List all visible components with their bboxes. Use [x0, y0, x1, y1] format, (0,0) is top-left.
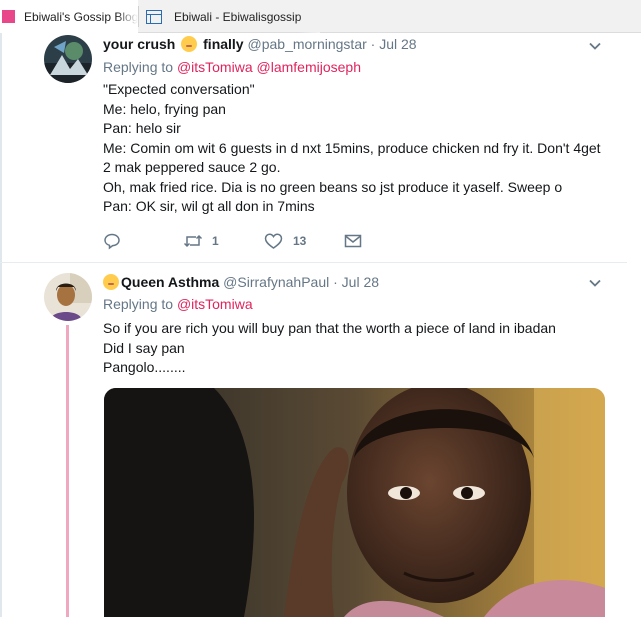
tweet-line: Me: helo, frying pan [103, 100, 226, 117]
direct-message-button[interactable] [344, 232, 362, 250]
chevron-down-icon[interactable] [587, 38, 603, 54]
replying-to: Replying to @itsTomiwa @lamfemijoseph [103, 58, 361, 76]
tweet-line: Pangolo........ [103, 359, 186, 375]
tweet-date[interactable]: Jul 28 [379, 36, 416, 52]
retweet-icon [183, 234, 203, 248]
avatar[interactable] [44, 273, 92, 321]
mention-link[interactable]: @lamfemijoseph [257, 59, 361, 75]
replying-label: Replying to [103, 59, 174, 75]
tab-ebiwali-gossip[interactable]: Ebiwali - Ebiwalisgossip [140, 0, 320, 33]
reply-icon [104, 233, 120, 250]
user-handle[interactable]: @SirrafynahPaul [223, 274, 329, 290]
like-button[interactable]: 13 [264, 232, 306, 250]
chevron-down-icon[interactable] [587, 275, 603, 291]
tab-ebiwalis-gossip-blog[interactable]: Ebiwali's Gossip Blog [0, 0, 138, 33]
tweet-line: 2 mak peppered sauce 2 go. [103, 159, 281, 175]
replying-to: Replying to @itsTomiwa [103, 295, 253, 313]
user-handle[interactable]: @pab_morningstar [248, 36, 367, 52]
display-name[interactable]: Queen Asthma [121, 274, 219, 290]
separator-dot: · [370, 36, 376, 52]
thread-connector-line [66, 325, 69, 617]
browser-tab-bar: Ebiwali's Gossip Blog Ebiwali - Ebiwalis… [0, 0, 641, 33]
face-emoji-icon [103, 274, 119, 290]
envelope-icon [344, 234, 362, 248]
display-name-suffix[interactable]: finally [203, 36, 243, 52]
mention-link[interactable]: @itsTomiwa [177, 59, 253, 75]
tweet-actions: 1 13 [103, 232, 383, 252]
avatar[interactable] [44, 35, 92, 83]
tweet-line: So if you are rich you will buy pan that… [103, 320, 556, 336]
separator-dot: · [333, 274, 338, 290]
replying-label: Replying to [103, 296, 174, 312]
retweet-count: 1 [212, 234, 219, 248]
tweet-date[interactable]: Jul 28 [342, 274, 379, 290]
tweet-line: Pan: helo sir [103, 120, 181, 136]
site-favicon-icon [2, 10, 15, 23]
window-tab-icon [146, 9, 162, 24]
heart-icon [264, 233, 283, 249]
tweet-line: "Expected conversation" [103, 81, 255, 97]
tweet-line: Oh, mak fried rice. Dia is no green bean… [103, 178, 563, 195]
tweet-line: Did I say pan [103, 339, 185, 356]
mention-link[interactable]: @itsTomiwa [177, 296, 253, 312]
retweet-button[interactable]: 1 [183, 232, 219, 250]
reply-button[interactable] [103, 232, 121, 250]
face-emoji-icon [181, 36, 198, 52]
tweet-media-image[interactable] [104, 388, 605, 617]
tweet-line: Me: Comin om wit 6 guests in d nxt 15min… [103, 139, 601, 156]
like-count: 13 [293, 234, 307, 248]
tweet[interactable]: your crush finally @pab_morningstar · Ju… [0, 33, 627, 262]
tweet-line: Pan: OK sir, wil gt all don in 7mins [103, 198, 315, 214]
display-name[interactable]: your crush [103, 36, 175, 52]
tweet-text: "Expected conversation" Me: helo, frying… [103, 80, 601, 217]
tab-title: Ebiwali - Ebiwalisgossip [174, 9, 302, 24]
tweet-text: So if you are rich you will buy pan that… [103, 319, 556, 378]
